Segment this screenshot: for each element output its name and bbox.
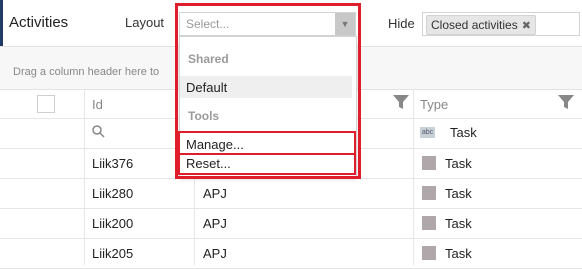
filter-icon[interactable] [393, 95, 409, 114]
annotation-highlight-manage [178, 131, 356, 155]
hide-label: Hide [388, 16, 415, 31]
cell-type: Task [445, 216, 472, 231]
task-type-icon [422, 156, 436, 170]
filter-icon[interactable] [558, 95, 574, 114]
cell-id: Liik280 [92, 186, 134, 201]
left-accent [0, 0, 3, 46]
cell-type: Task [445, 246, 472, 261]
column-header-type[interactable]: Type [420, 97, 448, 112]
task-type-icon [422, 186, 436, 200]
cell-type: Task [445, 186, 472, 201]
layout-label: Layout [125, 15, 165, 30]
close-icon[interactable]: ✖ [522, 19, 531, 32]
hide-tag-label: Closed activities [431, 18, 518, 32]
cell-owner: APJ [203, 246, 227, 261]
cell-id: Liik205 [92, 246, 134, 261]
cell-owner: APJ [203, 186, 227, 201]
task-type-icon [422, 246, 436, 260]
annotation-highlight-reset [178, 153, 356, 175]
table-row[interactable]: Liik200 APJ Task [0, 209, 582, 239]
select-all-checkbox[interactable] [37, 95, 55, 113]
page-title: Activities [9, 14, 69, 31]
abc-icon: abc [420, 127, 435, 138]
task-type-icon [422, 216, 436, 230]
type-filter-value[interactable]: Task [450, 125, 477, 140]
drag-hint: Drag a column header here to [13, 66, 160, 78]
table-row[interactable]: Liik280 APJ Task [0, 179, 582, 209]
hide-tags-input[interactable]: Closed activities ✖ [422, 12, 580, 36]
cell-id: Liik200 [92, 216, 134, 231]
cell-id: Liik376 [92, 156, 134, 171]
cell-type: Task [445, 156, 472, 171]
hide-tag[interactable]: Closed activities ✖ [426, 15, 536, 35]
cell-owner: APJ [203, 216, 227, 231]
search-icon[interactable] [92, 125, 105, 143]
column-header-id[interactable]: Id [92, 97, 103, 112]
